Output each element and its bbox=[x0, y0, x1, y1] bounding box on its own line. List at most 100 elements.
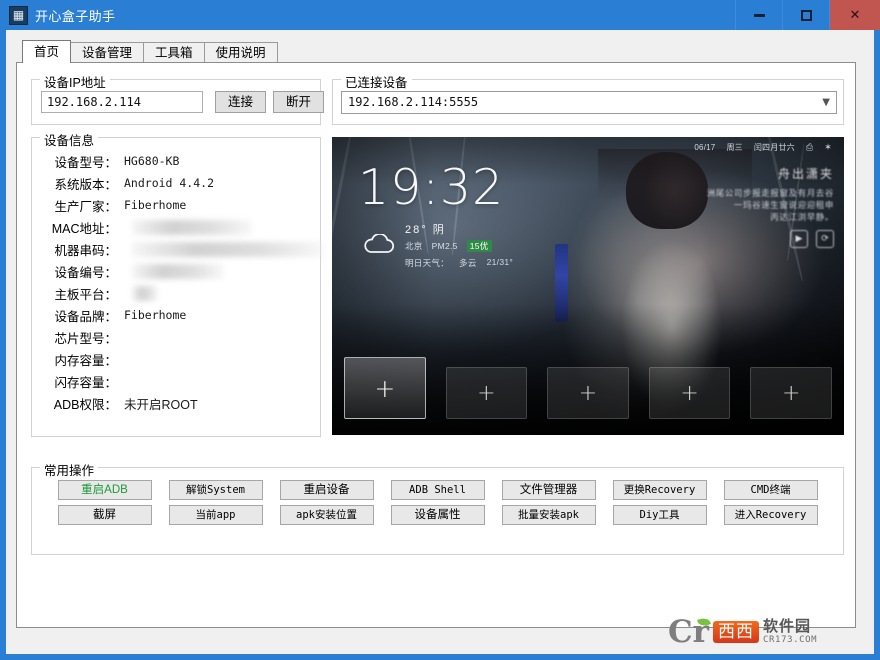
operation-button[interactable]: 设备属性 bbox=[390, 505, 485, 525]
lockscreen-shortcut-tiles: + + + + + bbox=[344, 357, 832, 419]
tab-strip: 首页 设备管理 工具箱 使用说明 bbox=[22, 40, 278, 63]
connect-button[interactable]: 连接 bbox=[215, 91, 266, 113]
operation-button[interactable]: apk安装位置 bbox=[279, 505, 374, 525]
device-info-value: Android 4.4.2 bbox=[124, 176, 215, 190]
shortcut-tile-add[interactable]: + bbox=[445, 367, 528, 419]
common-operations-group: 常用操作 重启ADB 解锁System 重启设备 ADB Shell 文件管理器 更换Re… bbox=[31, 460, 844, 555]
device-info-row: ADB权限： 未开启ROOT bbox=[32, 392, 320, 414]
device-info-value: HG680-KB bbox=[124, 154, 180, 168]
operation-button[interactable]: 当前app bbox=[168, 505, 263, 525]
operation-button[interactable]: ADB Shell bbox=[390, 480, 485, 500]
title-bar: ▦ 开心盒子助手 ✕ bbox=[0, 0, 880, 30]
device-info-label: 主板平台： bbox=[54, 287, 117, 302]
device-info-row: 系统版本： Android 4.4.2 bbox=[32, 172, 320, 194]
operation-button[interactable]: Diy工具 bbox=[612, 505, 707, 525]
watermark-red-text: 西西 bbox=[713, 621, 760, 643]
device-info-row: 闪存容量： bbox=[32, 370, 320, 392]
poem-line: 一玛谷速生窗说迎迎租申 bbox=[733, 200, 834, 210]
tab-toolbox[interactable]: 工具箱 bbox=[143, 42, 205, 63]
weather-aqi-badge: 15优 bbox=[466, 240, 492, 252]
poem-buttons: ▶ ⟳ bbox=[652, 230, 834, 248]
tomorrow-label: 明日天气： bbox=[405, 258, 450, 268]
refresh-icon[interactable]: ⟳ bbox=[816, 230, 834, 248]
weather-tomorrow: 明日天气： 多云 21/31° bbox=[405, 257, 513, 269]
site-watermark: Cr 西西 软件园 CR173.COM bbox=[668, 612, 864, 652]
device-info-group: 设备信息 设备型号： HG680-KB 系统版本： Android 4.4.2 生产厂家… bbox=[31, 130, 324, 437]
close-button[interactable]: ✕ bbox=[829, 0, 880, 30]
device-info-row: 主板平台： bbox=[32, 282, 320, 304]
status-lunar: 闰四月廿六 bbox=[753, 142, 795, 152]
poem-line: 丙达江浏早静。 bbox=[770, 212, 834, 222]
device-info-row: 设备品牌： Fiberhome bbox=[32, 304, 320, 326]
status-weekday: 周三 bbox=[726, 142, 743, 152]
device-info-row: 设备型号： HG680-KB bbox=[32, 150, 320, 172]
device-info-label: 闪存容量： bbox=[54, 375, 117, 390]
chevron-down-icon: ▼ bbox=[822, 97, 830, 108]
weather-pm-label: PM2.5 bbox=[431, 241, 458, 251]
ip-address-input[interactable]: 192.168.2.114 bbox=[41, 91, 203, 113]
device-info-group-title: 设备信息 bbox=[40, 130, 99, 149]
minimize-button[interactable] bbox=[735, 0, 782, 30]
watermark-right: 软件园 CR173.COM bbox=[763, 619, 817, 645]
status-date: 06/17 bbox=[694, 142, 716, 152]
lockscreen-poem: 舟出潇夹 洲尾公司步报走报窗及有月去谷 一玛谷速生窗说迎迎租申 丙达江浏早静。 … bbox=[652, 165, 834, 248]
window-title: 开心盒子助手 bbox=[35, 8, 116, 24]
device-info-label: MAC地址： bbox=[51, 221, 117, 236]
device-info-value: Fiberhome bbox=[124, 308, 187, 322]
operation-button[interactable]: 进入Recovery bbox=[723, 505, 818, 525]
connected-device-group-title: 已连接设备 bbox=[341, 72, 412, 91]
tomorrow-condition: 多云 bbox=[459, 258, 477, 268]
weather-temperature: 28° bbox=[405, 224, 428, 236]
operation-button-row: 截屏 当前app apk安装位置 设备属性 批量安装apk Diy工具 进入Recovery bbox=[32, 505, 843, 525]
maximize-button[interactable] bbox=[782, 0, 829, 30]
window-controls: ✕ bbox=[735, 0, 880, 30]
poem-line: 洲尾公司步报走报窗及有月去谷 bbox=[706, 188, 834, 198]
operation-button[interactable]: 截屏 bbox=[57, 505, 152, 525]
connected-device-value: 192.168.2.114:5555 bbox=[348, 95, 479, 109]
device-screen-preview[interactable]: 06/17 周三 闰四月廿六 ⎙ ✶ 19:32 28° 阴 北京 PM2.5 … bbox=[332, 137, 844, 435]
device-info-list: 设备型号： HG680-KB 系统版本： Android 4.4.2 生产厂家： Fibe… bbox=[32, 150, 324, 414]
redacted-value-mask bbox=[132, 286, 158, 301]
lockscreen-clock: 19:32 bbox=[358, 159, 505, 216]
tab-device-management[interactable]: 设备管理 bbox=[70, 42, 145, 63]
device-ip-group-title: 设备IP地址 bbox=[40, 72, 110, 91]
shortcut-tile-add[interactable]: + bbox=[344, 357, 426, 419]
poem-title: 舟出潇夹 bbox=[777, 167, 834, 181]
device-info-label: 机器串码： bbox=[54, 243, 117, 258]
operation-button[interactable]: 重启设备 bbox=[279, 480, 374, 500]
connected-device-select[interactable]: 192.168.2.114:5555 ▼ bbox=[341, 91, 837, 114]
device-info-label: ADB权限： bbox=[53, 397, 117, 412]
tomorrow-range: 21/31° bbox=[486, 257, 514, 267]
operation-button[interactable]: CMD终端 bbox=[723, 480, 818, 500]
common-operations-title: 常用操作 bbox=[40, 460, 99, 479]
common-operations-rows: 重启ADB 解锁System 重启设备 ADB Shell 文件管理器 更换Recover… bbox=[32, 480, 843, 530]
redacted-value-mask bbox=[132, 242, 324, 257]
shortcut-tile-add[interactable]: + bbox=[547, 367, 629, 419]
shortcut-tile-add[interactable]: + bbox=[648, 367, 731, 419]
aqi-value: 15 bbox=[469, 241, 480, 251]
device-info-row: 内存容量： bbox=[32, 348, 320, 370]
operation-button[interactable]: 更换Recovery bbox=[612, 480, 707, 500]
shortcut-tile-add[interactable]: + bbox=[750, 367, 832, 419]
screen-cast-icon: ⎙ bbox=[805, 141, 814, 152]
android-status-bar: 06/17 周三 闰四月廿六 ⎙ ✶ bbox=[332, 140, 844, 154]
aqi-level: 优 bbox=[479, 241, 489, 251]
tab-panel-home: 设备IP地址 192.168.2.114 连接 断开 已连接设备 192.168… bbox=[16, 62, 856, 628]
lockscreen-weather: 28° 阴 北京 PM2.5 15优 明日天气： 多云 21/31° bbox=[360, 221, 590, 269]
disconnect-button[interactable]: 断开 bbox=[273, 91, 324, 113]
redacted-value-mask bbox=[132, 220, 252, 235]
operation-button[interactable]: 解锁System bbox=[168, 480, 263, 500]
device-info-value: Fiberhome bbox=[124, 198, 187, 212]
play-circle-icon[interactable]: ▶ bbox=[790, 230, 808, 248]
device-info-row: MAC地址： bbox=[32, 216, 320, 238]
weather-main: 28° 阴 bbox=[405, 221, 513, 237]
film-strip-icon: ▦ bbox=[9, 5, 28, 25]
operation-button[interactable]: 重启ADB bbox=[57, 480, 152, 500]
operation-button[interactable]: 文件管理器 bbox=[501, 480, 596, 500]
operation-button-row: 重启ADB 解锁System 重启设备 ADB Shell 文件管理器 更换Recover… bbox=[32, 480, 843, 500]
weather-lines: 28° 阴 北京 PM2.5 15优 明日天气： 多云 21/31° bbox=[405, 221, 513, 269]
tab-instructions[interactable]: 使用说明 bbox=[203, 42, 278, 63]
operation-button[interactable]: 批量安装apk bbox=[501, 505, 596, 525]
tab-home[interactable]: 首页 bbox=[22, 40, 72, 63]
client-area: 首页 设备管理 工具箱 使用说明 设备IP地址 192.168.2.114 连接… bbox=[6, 30, 874, 654]
